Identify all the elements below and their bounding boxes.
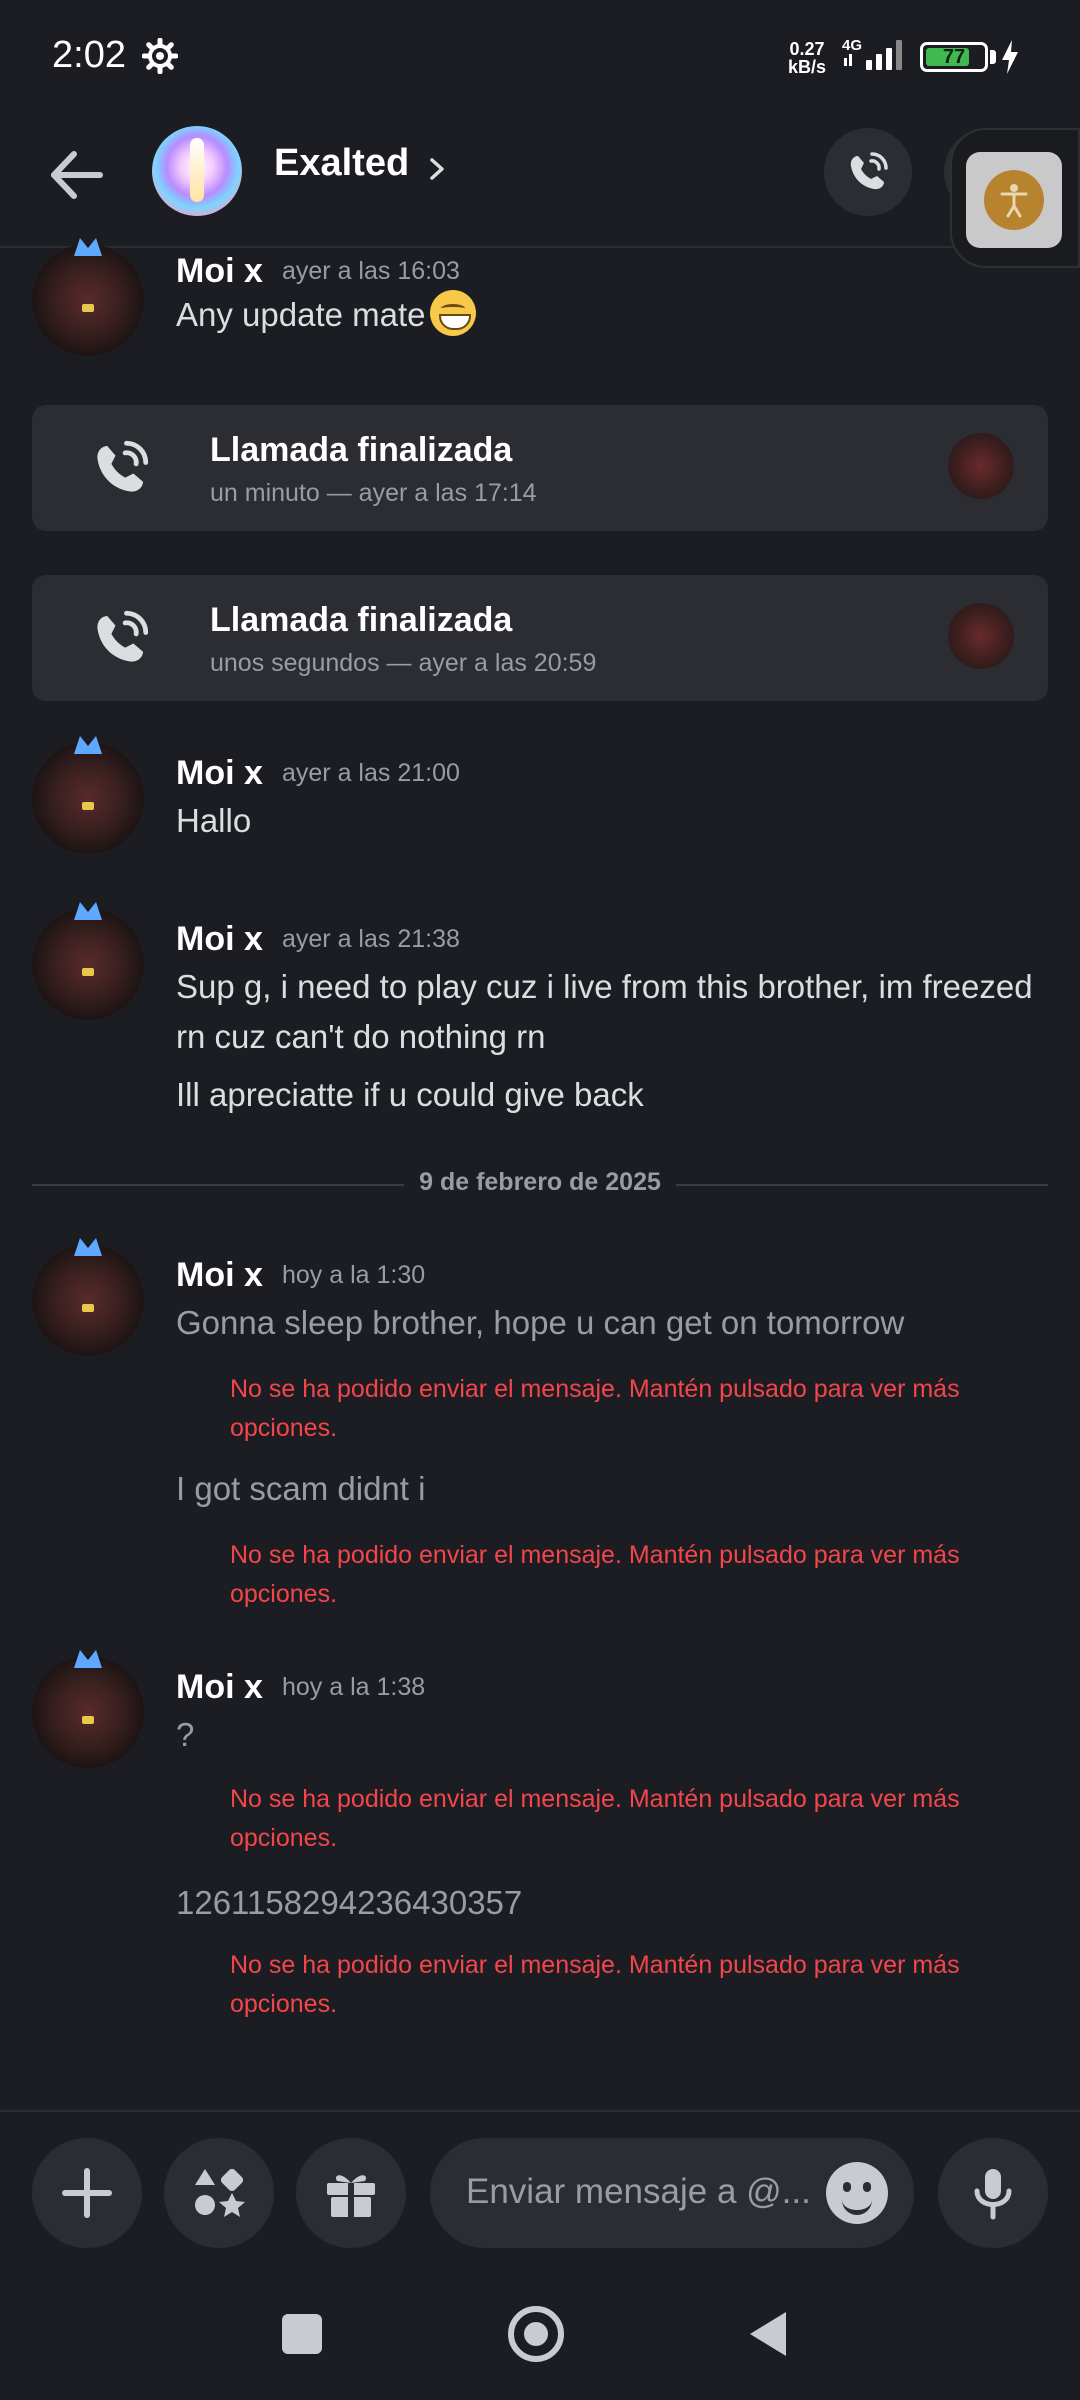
- send-error-notice[interactable]: No se ha podido enviar el mensaje. Manté…: [230, 1370, 990, 1448]
- avatar-badge: [82, 968, 94, 976]
- contact-avatar[interactable]: [152, 126, 242, 216]
- call-participant-avatar: [948, 433, 1014, 499]
- signal-strength-icon: 4G: [842, 37, 902, 70]
- author-avatar[interactable]: [32, 736, 144, 854]
- avatar-badge: [82, 1304, 94, 1312]
- avatar-badge: [82, 802, 94, 810]
- call-participant-avatar: [948, 603, 1014, 669]
- failed-message-text[interactable]: 1261158294236430357: [176, 1878, 1036, 1928]
- contact-name[interactable]: Exalted: [274, 142, 409, 185]
- charging-bolt-icon: [1002, 40, 1018, 74]
- apps-icon: [195, 2168, 245, 2217]
- add-attachment-button[interactable]: [32, 2138, 142, 2248]
- message-text[interactable]: Hallo: [176, 796, 1036, 846]
- network-speed: 0.27 kB/s: [788, 40, 826, 76]
- call-subtitle: un minuto — ayer a las 17:14: [210, 479, 537, 507]
- nav-back-button[interactable]: [748, 2310, 788, 2358]
- message-author[interactable]: Moi x: [176, 920, 263, 959]
- emoji-icon[interactable]: [826, 2162, 888, 2224]
- chat-header: Exalted: [0, 112, 1080, 248]
- voice-message-button[interactable]: [938, 2138, 1048, 2248]
- message-author[interactable]: Moi x: [176, 252, 263, 291]
- failed-message-text[interactable]: Gonna sleep brother, hope u can get on t…: [176, 1298, 1036, 1348]
- author-avatar[interactable]: [32, 1650, 144, 1768]
- message-timestamp: ayer a las 21:00: [282, 759, 460, 787]
- call-ended-card[interactable]: Llamada finalizada unos segundos — ayer …: [32, 575, 1048, 701]
- author-avatar[interactable]: [32, 902, 144, 1020]
- voice-call-button[interactable]: [824, 128, 912, 216]
- battery-level: 77: [942, 46, 966, 68]
- message-composer: Enviar mensaje a @...: [0, 2110, 1080, 2280]
- recent-apps-button[interactable]: [282, 2314, 322, 2354]
- message-timestamp: hoy a la 1:30: [282, 1261, 426, 1289]
- accessibility-bubble-tile: [966, 152, 1062, 248]
- failed-message-text[interactable]: I got scam didnt i: [176, 1464, 1036, 1514]
- send-error-notice[interactable]: No se ha podido enviar el mensaje. Manté…: [230, 1946, 990, 2024]
- avatar-decoration-icon: [74, 1650, 102, 1668]
- chevron-right-icon[interactable]: [426, 152, 448, 186]
- message-author[interactable]: Moi x: [176, 1256, 263, 1295]
- phone-call-icon: [97, 440, 149, 492]
- message-line: Any update mate: [176, 296, 426, 333]
- phone-call-icon: [850, 152, 888, 190]
- failed-message-text[interactable]: ?: [176, 1710, 1036, 1760]
- date-divider: 9 de febrero de 2025: [404, 1168, 676, 1197]
- grinning-face-emoji-icon: [429, 290, 476, 336]
- message-text[interactable]: Ill apreciatte if u could give back: [176, 1070, 1036, 1120]
- send-error-notice[interactable]: No se ha podido enviar el mensaje. Manté…: [230, 1780, 990, 1858]
- settings-gear-icon: [142, 38, 178, 74]
- message-input-placeholder: Enviar mensaje a @...: [466, 2172, 811, 2211]
- call-title: Llamada finalizada: [210, 601, 513, 639]
- apps-button[interactable]: [164, 2138, 274, 2248]
- message-text[interactable]: Sup g, i need to play cuz i live from th…: [176, 962, 1036, 1062]
- call-subtitle: unos segundos — ayer a las 20:59: [210, 649, 597, 677]
- accessibility-floating-bubble[interactable]: [950, 128, 1080, 268]
- call-title: Llamada finalizada: [210, 431, 513, 469]
- network-speed-unit: kB/s: [788, 57, 827, 77]
- gift-button[interactable]: [296, 2138, 406, 2248]
- message-timestamp: hoy a la 1:38: [282, 1673, 426, 1701]
- send-error-notice[interactable]: No se ha podido enviar el mensaje. Manté…: [230, 1536, 990, 1614]
- system-navigation-bar: [0, 2280, 1080, 2400]
- accessibility-icon: [984, 170, 1044, 230]
- back-arrow-icon[interactable]: [44, 142, 110, 208]
- avatar-badge: [82, 304, 94, 312]
- home-button[interactable]: [508, 2306, 564, 2362]
- battery-tip: [990, 50, 996, 64]
- avatar-badge: [82, 1716, 94, 1724]
- avatar-decoration-icon: [74, 238, 102, 256]
- avatar-figure: [190, 138, 204, 202]
- phone-call-icon: [97, 610, 149, 662]
- gift-icon: [327, 2175, 375, 2217]
- message-author[interactable]: Moi x: [176, 754, 263, 793]
- avatar-decoration-icon: [74, 736, 102, 754]
- avatar-decoration-icon: [74, 1238, 102, 1256]
- message-author[interactable]: Moi x: [176, 1668, 263, 1707]
- status-time: 2:02: [52, 34, 126, 76]
- home-dot-icon: [524, 2322, 548, 2346]
- message-text[interactable]: Any update mate: [176, 290, 1036, 340]
- message-input[interactable]: Enviar mensaje a @...: [430, 2138, 914, 2248]
- avatar-decoration-icon: [74, 902, 102, 920]
- message-timestamp: ayer a las 21:38: [282, 925, 460, 953]
- author-avatar[interactable]: [32, 1238, 144, 1356]
- message-timestamp: ayer a las 16:03: [282, 257, 460, 285]
- battery-icon: 77: [920, 42, 988, 72]
- author-avatar[interactable]: [32, 238, 144, 356]
- network-speed-value: 0.27: [789, 39, 825, 59]
- network-type-label: 4G: [842, 37, 862, 54]
- call-ended-card[interactable]: Llamada finalizada un minuto — ayer a la…: [32, 405, 1048, 531]
- microphone-icon: [974, 2169, 1012, 2220]
- status-bar: 2:02 0.27 kB/s 4G 77: [0, 0, 1080, 112]
- plus-icon: [62, 2168, 112, 2218]
